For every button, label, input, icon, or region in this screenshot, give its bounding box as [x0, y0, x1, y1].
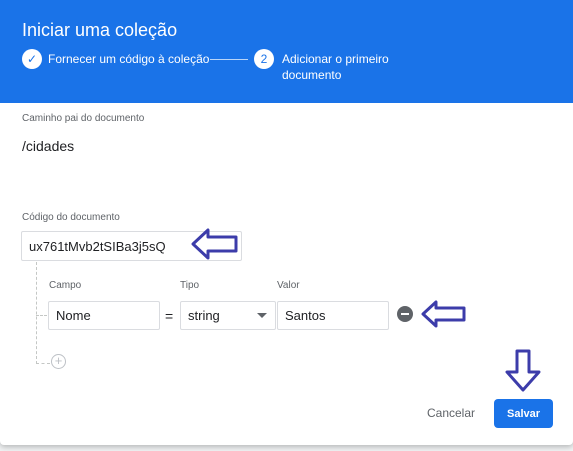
step-1-label: Fornecer um código à coleção [48, 52, 210, 66]
field-type-select[interactable]: string [180, 301, 276, 330]
step-2-number: 2 [254, 49, 274, 69]
dialog-header: Iniciar uma coleção ✓ Fornecer um código… [0, 0, 573, 103]
field-value-input[interactable]: Santos [277, 301, 389, 330]
remove-field-button[interactable] [397, 306, 413, 322]
field-name-input[interactable]: Nome [48, 301, 160, 330]
value-column-header: Valor [277, 280, 300, 291]
step-2-label-line2: documento [282, 68, 342, 82]
step-1-check-icon: ✓ [22, 49, 42, 69]
dialog-title: Iniciar uma coleção [22, 20, 178, 40]
field-column-header: Campo [49, 280, 82, 291]
annotation-arrow-down-icon [505, 349, 541, 392]
cancel-button[interactable]: Cancelar [418, 401, 484, 425]
save-button[interactable]: Salvar [494, 399, 553, 428]
add-field-button[interactable]: + [51, 354, 66, 369]
step-connector [210, 59, 248, 60]
document-id-label: Código do documento [22, 212, 120, 223]
annotation-arrow-left-icon [421, 300, 466, 328]
parent-path-value: /cidades [22, 138, 75, 154]
type-column-header: Tipo [180, 280, 200, 291]
minus-circle-icon [401, 313, 409, 315]
parent-path-label: Caminho pai do documento [22, 113, 145, 124]
equals-sign: = [165, 308, 174, 324]
field-type-value: string [188, 308, 220, 323]
tree-connector-field [36, 315, 47, 316]
step-2-label: Adicionar o primeiro documento [282, 51, 389, 83]
annotation-arrow-left-icon [191, 228, 238, 260]
tree-connector-vertical [36, 262, 37, 364]
tree-connector-add [36, 363, 50, 364]
start-collection-dialog: Iniciar uma coleção ✓ Fornecer um código… [0, 0, 573, 445]
step-2-label-line1: Adicionar o primeiro [282, 52, 389, 66]
dropdown-caret-icon [257, 313, 267, 318]
